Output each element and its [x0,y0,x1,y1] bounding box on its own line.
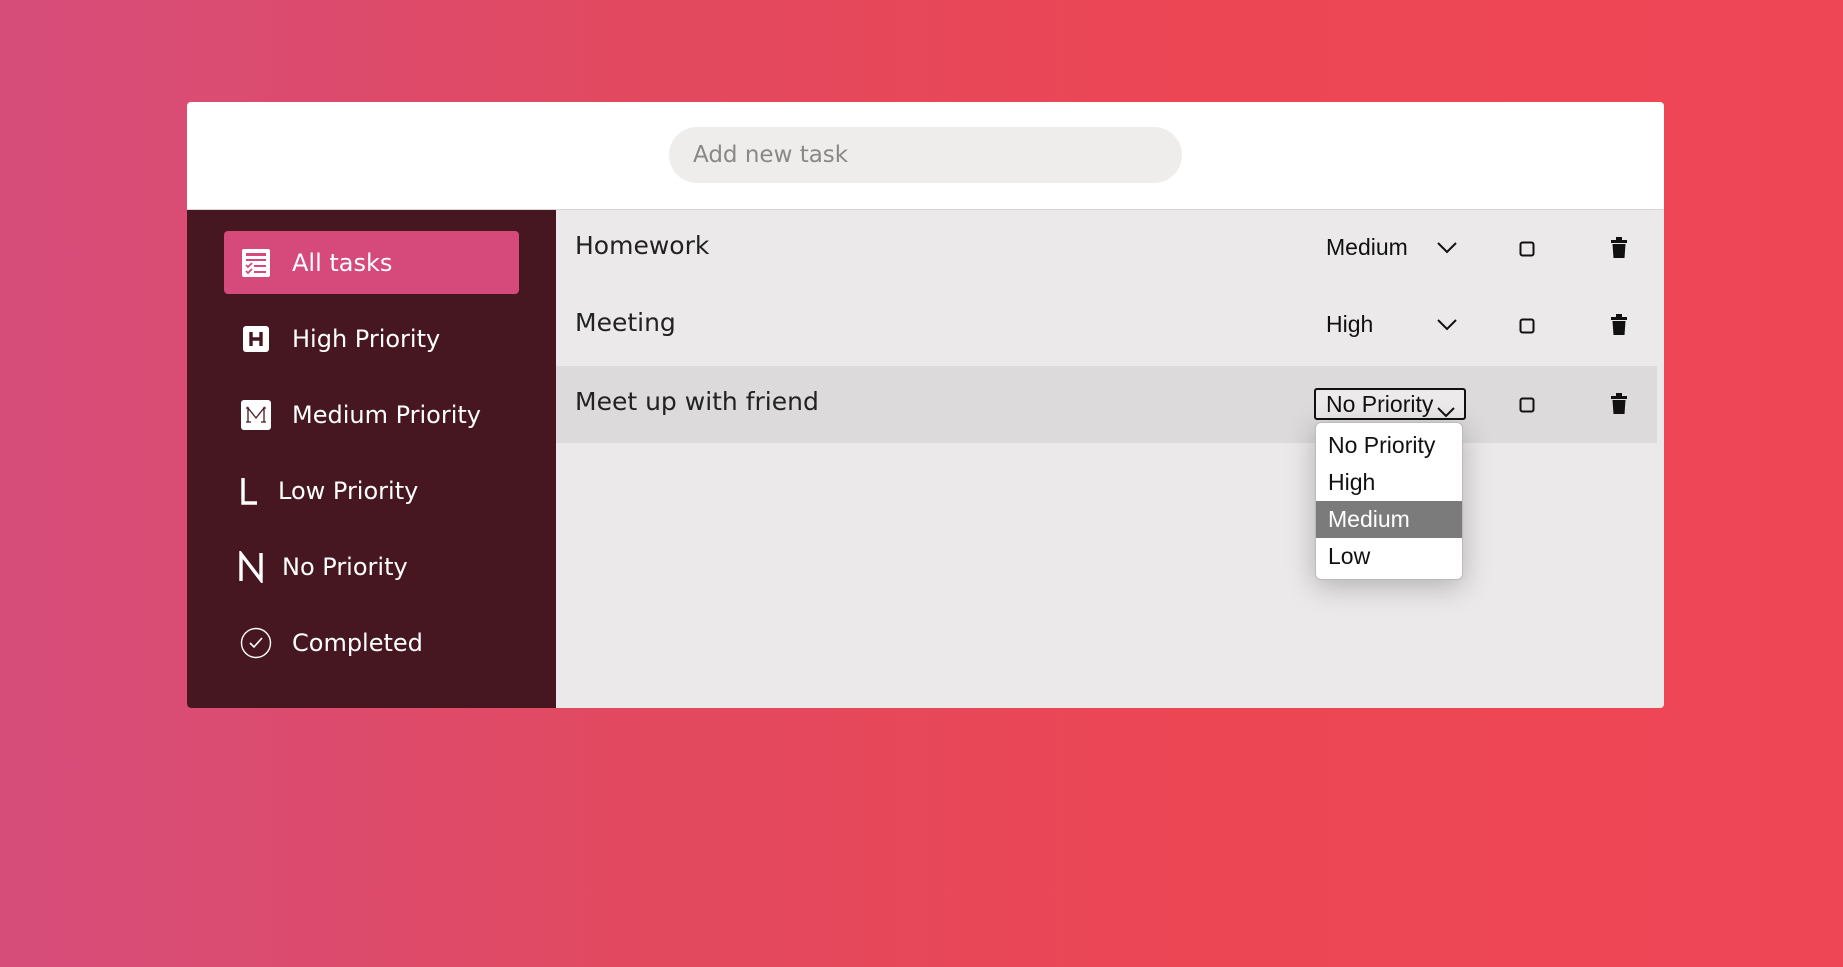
sidebar-item-label: All tasks [292,248,393,277]
dropdown-option-no-priority[interactable]: No Priority [1316,427,1462,464]
priority-select[interactable]: High [1326,311,1373,338]
add-task-input[interactable] [669,127,1182,183]
todo-app: All tasks High Priority Medium Priority [187,102,1664,708]
sidebar-item-label: Medium Priority [292,400,482,429]
dropdown-option-medium[interactable]: Medium [1316,501,1462,538]
sidebar-item-all-tasks[interactable]: All tasks [224,231,519,294]
complete-checkbox[interactable] [1519,241,1535,257]
chevron-down-icon[interactable] [1436,317,1458,336]
n-letter-icon [234,550,268,583]
trash-icon[interactable] [1610,393,1628,419]
task-row: Meet up with friend No Priority [556,366,1657,443]
sidebar-item-no-priority[interactable]: No Priority [224,535,519,598]
sidebar-item-label: High Priority [292,324,441,353]
complete-checkbox[interactable] [1519,397,1535,413]
chevron-down-icon [1436,398,1456,425]
dropdown-option-high[interactable]: High [1316,464,1462,501]
sidebar-item-completed[interactable]: Completed [224,611,519,674]
l-letter-icon [234,476,264,506]
all-tasks-icon [234,248,278,278]
sidebar: All tasks High Priority Medium Priority [187,210,556,708]
dropdown-option-low[interactable]: Low [1316,538,1462,575]
trash-icon[interactable] [1610,237,1628,263]
sidebar-item-label: Completed [292,628,423,657]
sidebar-item-low-priority[interactable]: Low Priority [224,459,519,522]
check-circle-icon [234,627,278,659]
priority-select[interactable]: Medium [1326,234,1408,261]
priority-select-value: No Priority [1326,390,1434,417]
task-title: Meeting [575,308,676,337]
priority-dropdown-menu: No Priority High Medium Low [1315,422,1463,580]
top-bar [187,102,1664,210]
priority-select[interactable]: No Priority [1314,388,1466,420]
h-letter-icon [234,325,278,352]
task-row: Homework Medium [556,210,1657,287]
task-row: Meeting High [556,287,1657,364]
sidebar-item-medium-priority[interactable]: Medium Priority [224,383,519,446]
task-title: Meet up with friend [575,387,819,416]
sidebar-item-label: Low Priority [278,476,419,505]
m-letter-icon [234,399,278,430]
complete-checkbox[interactable] [1519,318,1535,334]
sidebar-item-high-priority[interactable]: High Priority [224,307,519,370]
task-list: Homework Medium Meeting High Meet up wit… [556,210,1664,708]
chevron-down-icon[interactable] [1436,240,1458,259]
sidebar-item-label: No Priority [282,552,408,581]
task-title: Homework [575,231,710,260]
trash-icon[interactable] [1610,314,1628,340]
